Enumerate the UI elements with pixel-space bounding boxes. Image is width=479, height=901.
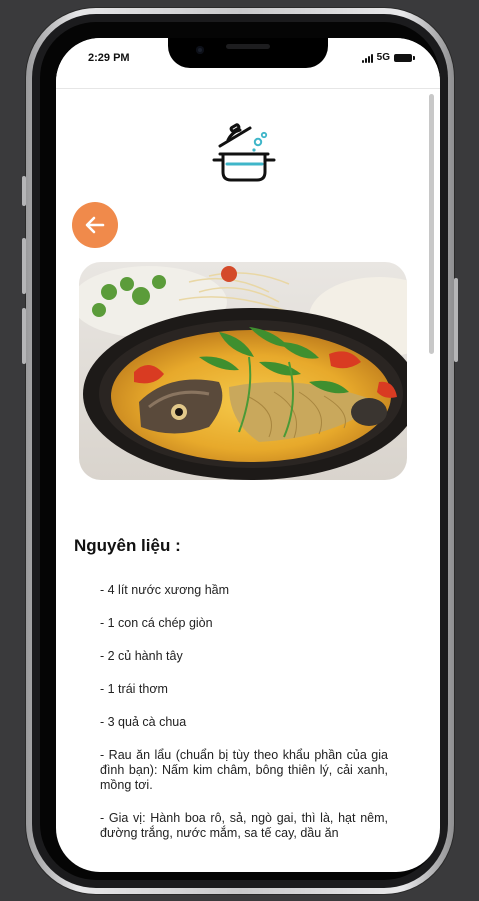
list-item: - 3 quả cà chua bbox=[100, 715, 187, 729]
volume-up-button bbox=[22, 238, 26, 294]
cooking-pot-icon bbox=[212, 123, 276, 182]
ingredients-list: - 4 lít nước xương hầm - 1 con cá chép g… bbox=[100, 583, 388, 859]
stage: 2:29 PM 5G Nguyên liệu: - 4 lít nước xư… bbox=[0, 0, 479, 901]
list-item: - 1 trái thơm bbox=[100, 682, 168, 696]
screen: 2:29 PM 5G Nguyên liệu: - 4 lít nước xư… bbox=[56, 38, 440, 872]
battery-icon bbox=[394, 53, 415, 62]
status-indicators: 5G bbox=[361, 52, 415, 63]
list-item: - 1 con cá chép giòn bbox=[100, 616, 213, 630]
status-divider bbox=[56, 88, 440, 89]
back-button[interactable] bbox=[72, 202, 118, 248]
list-item: - 4 lít nước xương hầm bbox=[100, 583, 230, 597]
phone-frame: 2:29 PM 5G Nguyên liệu: - 4 lít nước xư… bbox=[22, 8, 458, 894]
signal-icon bbox=[361, 53, 373, 63]
ingredients-title: Nguyên liệu : bbox=[74, 536, 181, 555]
earpiece-speaker bbox=[226, 44, 270, 49]
list-item: - Gia vị: Hành boa rô, sả, ngò gai, thì … bbox=[100, 811, 388, 840]
dish-image bbox=[79, 262, 407, 480]
volume-down-button bbox=[22, 308, 26, 364]
list-item: - Rau ăn lẩu (chuẩn bị tùy theo khẩu phầ… bbox=[100, 748, 388, 792]
scrollbar[interactable] bbox=[429, 94, 434, 354]
front-camera bbox=[196, 46, 204, 54]
network-label: 5G bbox=[376, 52, 390, 63]
arrow-left-icon bbox=[85, 216, 105, 234]
fish-hotpot-photo bbox=[79, 262, 407, 480]
list-item: - 2 củ hành tây bbox=[100, 649, 183, 663]
status-time: 2:29 PM bbox=[88, 52, 130, 64]
notch bbox=[168, 38, 328, 68]
power-button bbox=[454, 278, 458, 362]
mute-switch bbox=[22, 176, 26, 206]
